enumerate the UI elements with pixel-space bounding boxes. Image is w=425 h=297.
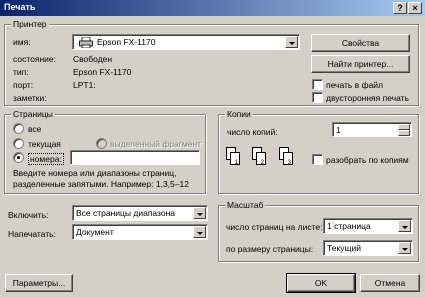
pages-current-label: текущая [28,139,61,149]
include-select[interactable]: Все страницы диапазона [72,205,208,221]
help-button[interactable]: ? [393,2,407,14]
chevron-down-icon[interactable] [193,226,206,238]
print-what-select[interactable]: Документ [72,224,208,240]
print-to-file-label: печать в файл [326,80,384,90]
collate-page-2: 2 [256,152,266,166]
print-dialog: Печать ? × Принтер имя: Epson FX-1170 со… [0,0,425,297]
copies-count-label: число копий: [227,127,278,137]
pages-per-sheet-value: 1 страница [327,221,371,231]
pages-selection-label: выделенный фрагмент [110,139,202,149]
fit-to-page-select[interactable]: Текущий [323,240,413,256]
spin-down-icon[interactable] [398,130,410,136]
print-what-label: Напечатать: [8,229,56,239]
include-value: Все страницы диапазона [76,208,176,218]
window-title: Печать [4,2,36,12]
cancel-button[interactable]: Отмена [360,274,420,292]
printer-name-select[interactable]: Epson FX-1170 [72,34,300,50]
close-button[interactable]: × [408,2,422,14]
pages-all-label: все [28,124,42,134]
print-to-file-checkbox[interactable] [312,79,323,90]
copies-count-value: 1 [336,125,341,135]
properties-button[interactable]: Свойства [311,34,410,52]
printer-group-label: Принтер [11,19,49,29]
pages-hint: Введите номера или диапазоны страниц, ра… [13,168,189,189]
printer-type-value: Epson FX-1170 [73,67,132,77]
collate-page-3: 3 [283,152,293,166]
chevron-down-icon[interactable] [285,36,298,48]
pages-numbers-radio[interactable] [13,152,24,163]
pages-per-sheet-label: число страниц на листе: [226,222,323,232]
duplex-checkbox[interactable] [312,92,323,103]
printer-status-value: Свободен [73,54,113,64]
duplex-label: двусторонняя печать [326,93,409,103]
page-numbers-input[interactable] [70,150,200,165]
printer-type-label: тип: [13,67,29,77]
print-what-value: Документ [76,227,114,237]
scale-group-label: Масштаб [225,200,266,210]
printer-name-value: Epson FX-1170 [97,37,156,47]
pages-per-sheet-select[interactable]: 1 страница [323,218,413,234]
find-printer-button[interactable]: Найти принтер... [311,55,410,73]
printer-name-label: имя: [13,37,31,47]
chevron-down-icon[interactable] [398,242,411,254]
chevron-down-icon[interactable] [193,207,206,219]
collate-checkbox[interactable] [312,154,323,165]
copies-group-label: Копии [225,109,253,119]
printer-status-label: состояние: [13,54,56,64]
printer-notes-label: заметки: [13,93,47,103]
collate-page-1: 1 [230,152,240,166]
pages-current-radio[interactable] [13,138,24,149]
include-label: Включить: [8,210,49,220]
collate-label: разобрать по копиям [326,155,409,165]
chevron-down-icon[interactable] [398,220,411,232]
pages-all-radio[interactable] [13,123,24,134]
copies-count-input[interactable]: 1 [332,122,412,137]
options-button[interactable]: Параметры... [5,274,73,292]
printer-port-value: LPT1: [73,80,96,90]
title-bar: Печать ? × [0,0,425,16]
pages-selection-radio[interactable] [96,138,107,149]
pages-numbers-label: номера: [28,153,64,165]
pages-group-label: Страницы [11,109,55,119]
printer-port-label: порт: [13,80,34,90]
fit-to-page-label: по размеру страницы: [226,244,314,254]
ok-button[interactable]: OK [286,273,356,293]
printer-icon [79,36,93,49]
fit-to-page-value: Текущий [327,243,361,253]
